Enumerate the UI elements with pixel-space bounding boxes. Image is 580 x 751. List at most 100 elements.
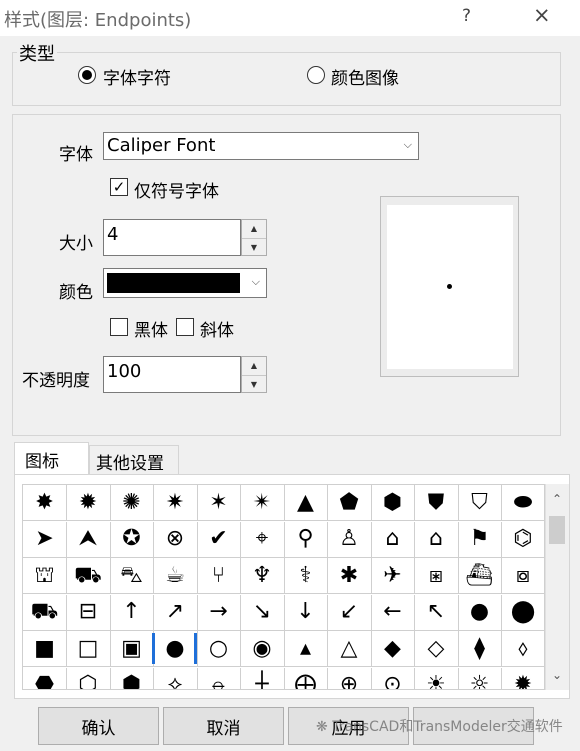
hexagon-black-icon[interactable]: ⬣	[23, 667, 67, 689]
stepper-up-icon[interactable]: ▲	[242, 220, 266, 238]
sun-outline-icon[interactable]: ☼	[458, 667, 502, 689]
radio-font-character[interactable]	[78, 66, 96, 84]
symbol-font-only-checkbox[interactable]: ✓	[110, 178, 128, 196]
circle-outline-icon[interactable]: ○	[197, 631, 241, 667]
size-input[interactable]: 4	[103, 219, 241, 256]
arrow-up-icon[interactable]: ↑	[110, 594, 154, 631]
color-select[interactable]: ⌵	[103, 268, 267, 298]
person-icon[interactable]: ♙	[327, 521, 372, 558]
icon-grid[interactable]: ✸ ✹ ✺ ✷ ✶ ✴ ▲ ⬟ ⬢ ⛊ ⛉ ⬬ ➤ ⮝ ✪ ⊗ ✔ ⌖ ⚲ ♙ ⌂ ⌂ ⚑ ⌬ ⛫ ⛟ ⛍ ☕ ⑂ ♆ ⚕ ✱ ✈ ⧆ ⛴ ⧇ ⛟ ⊟ ↑ ↗…	[22, 484, 545, 690]
square-outline-icon[interactable]: □	[66, 631, 111, 667]
scroll-up-icon[interactable]: ⌃	[552, 492, 562, 506]
opacity-stepper[interactable]: ▲ ▼	[241, 356, 267, 393]
pill-filled-icon[interactable]: ⬬	[501, 485, 544, 521]
sun-filled-icon[interactable]: ☀	[415, 667, 459, 689]
badge-18point-icon[interactable]: ✴	[240, 485, 285, 521]
circle-cross-plus-icon[interactable]: ⊕	[328, 667, 372, 689]
shopping-bag-icon[interactable]: ⛟	[66, 558, 111, 594]
badge-8point-icon[interactable]: ✸	[23, 485, 67, 521]
scroll-down-icon[interactable]: ⌄	[552, 668, 562, 682]
train-icon[interactable]: ⛴	[458, 558, 502, 594]
compass-north-icon[interactable]: ⮝	[66, 521, 111, 558]
stepper-down-icon[interactable]: ▼	[242, 237, 266, 256]
chevron-shield-filled-icon[interactable]: ⛉	[458, 485, 502, 521]
triangle-small-outline-icon[interactable]: △	[327, 631, 372, 667]
pentagon-filled-icon[interactable]: ⬟	[327, 485, 372, 521]
bold-label[interactable]: 黑体	[134, 316, 168, 341]
hexagon-filled-icon[interactable]: ⬢	[371, 485, 415, 521]
bus-icon[interactable]: ⛟	[23, 594, 67, 631]
coffee-cup-icon[interactable]: ☕	[153, 558, 198, 594]
shield-filled-icon[interactable]: ⛊	[414, 485, 459, 521]
italic-label[interactable]: 斜体	[200, 316, 234, 341]
circle-line-icon[interactable]: ⦵	[197, 667, 241, 689]
close-icon[interactable]: ×	[533, 3, 551, 27]
badge-10point-icon[interactable]: ✹	[66, 485, 111, 521]
diamond-narrow-filled-icon[interactable]: ⧫	[458, 631, 502, 667]
house-filled-icon[interactable]: ⌂	[371, 521, 415, 558]
diamond-cross-icon[interactable]: ⟡	[154, 667, 198, 689]
arrow-down-icon[interactable]: ↓	[284, 594, 328, 631]
chevron-down-icon[interactable]: ⌵	[404, 138, 412, 152]
help-icon[interactable]: ?	[462, 6, 471, 26]
radio-font-character-label[interactable]: 字体字符	[103, 64, 171, 89]
radio-color-image-label[interactable]: 颜色图像	[331, 64, 399, 89]
triangle-small-filled-icon[interactable]: ▴	[284, 631, 328, 667]
hexagon-outline-icon[interactable]: ⬡	[67, 667, 111, 689]
ok-button[interactable]: 确认	[38, 707, 159, 745]
circle-filled-icon[interactable]: ●	[458, 594, 502, 631]
bus-box-icon[interactable]: ⊟	[66, 594, 111, 631]
airport-box-icon[interactable]: ⧆	[414, 558, 459, 594]
triangle-filled-icon[interactable]: ▲	[284, 485, 328, 521]
flag-icon[interactable]: ⚑	[458, 521, 502, 558]
size-stepper[interactable]: ▲ ▼	[241, 219, 267, 256]
circle-filled-selected-icon[interactable]: ●	[151, 631, 198, 667]
navigation-arrow-icon[interactable]: ➤	[23, 521, 67, 558]
arrow-down-right-icon[interactable]: ↘	[240, 594, 285, 631]
diamond-filled-icon[interactable]: ◆	[371, 631, 415, 667]
hexagon-flat-icon[interactable]: ⬢	[110, 667, 154, 689]
airplane-icon[interactable]: ✈	[371, 558, 415, 594]
circle-dot-icon[interactable]: ◉	[240, 631, 285, 667]
museum-icon[interactable]: ⛫	[23, 558, 67, 594]
opacity-input[interactable]: 100	[103, 356, 241, 393]
stepper-up-icon[interactable]: ▲	[242, 357, 266, 375]
radio-color-image[interactable]	[307, 66, 325, 84]
arrow-up-left-icon[interactable]: ↖	[414, 594, 459, 631]
check-circle-icon[interactable]: ✔	[197, 521, 241, 558]
train-box-icon[interactable]: ⧇	[501, 558, 544, 594]
diamond-outline-icon[interactable]: ◇	[414, 631, 459, 667]
wine-glass-icon[interactable]: ♆	[240, 558, 285, 594]
badge-14point-icon[interactable]: ✷	[153, 485, 198, 521]
tab-other-settings[interactable]: 其他设置	[89, 445, 179, 474]
crosshair-target-icon[interactable]: ⌖	[240, 521, 285, 558]
italic-checkbox[interactable]	[176, 318, 194, 336]
arrow-down-left-icon[interactable]: ↙	[327, 594, 372, 631]
house-outline-icon[interactable]: ⌂	[414, 521, 459, 558]
pushpin-icon[interactable]: ⚲	[284, 521, 328, 558]
circle-dot-cross-icon[interactable]: ⊙	[371, 667, 415, 689]
graduation-cap-icon[interactable]: ⌬	[501, 522, 544, 558]
pharmacy-icon[interactable]: ⚕	[284, 558, 328, 594]
badge-12point-icon[interactable]: ✺	[110, 485, 154, 521]
arrow-up-right-icon[interactable]: ↗	[153, 594, 198, 631]
arrow-right-icon[interactable]: →	[197, 594, 241, 631]
arrow-left-icon[interactable]: ←	[371, 594, 415, 631]
x-circle-icon[interactable]: ⊗	[153, 521, 198, 558]
stepper-down-icon[interactable]: ▼	[242, 374, 266, 393]
shopping-cart-icon[interactable]: ⛍	[110, 558, 154, 594]
symbol-font-only-label[interactable]: 仅符号字体	[134, 177, 219, 202]
cancel-button[interactable]: 取消	[163, 707, 284, 745]
bold-checkbox[interactable]	[110, 318, 128, 336]
circle-crosshair-icon[interactable]: ⨁	[284, 667, 328, 689]
sun-rays-icon[interactable]: ✹	[502, 668, 545, 690]
badge-16point-icon[interactable]: ✶	[197, 485, 241, 521]
font-select[interactable]: Caliper Font ⌵	[103, 132, 419, 160]
asterisk-flower-icon[interactable]: ✱	[327, 558, 372, 594]
star-circle-icon[interactable]: ✪	[110, 521, 154, 558]
chevron-down-icon[interactable]: ⌵	[252, 275, 260, 289]
square-filled-icon[interactable]: ■	[23, 631, 67, 667]
scrollbar-thumb[interactable]	[549, 516, 565, 544]
icon-grid-scrollbar[interactable]: ⌃ ⌄	[545, 484, 569, 690]
circle-filled-large-icon[interactable]: ⬤	[501, 595, 544, 631]
